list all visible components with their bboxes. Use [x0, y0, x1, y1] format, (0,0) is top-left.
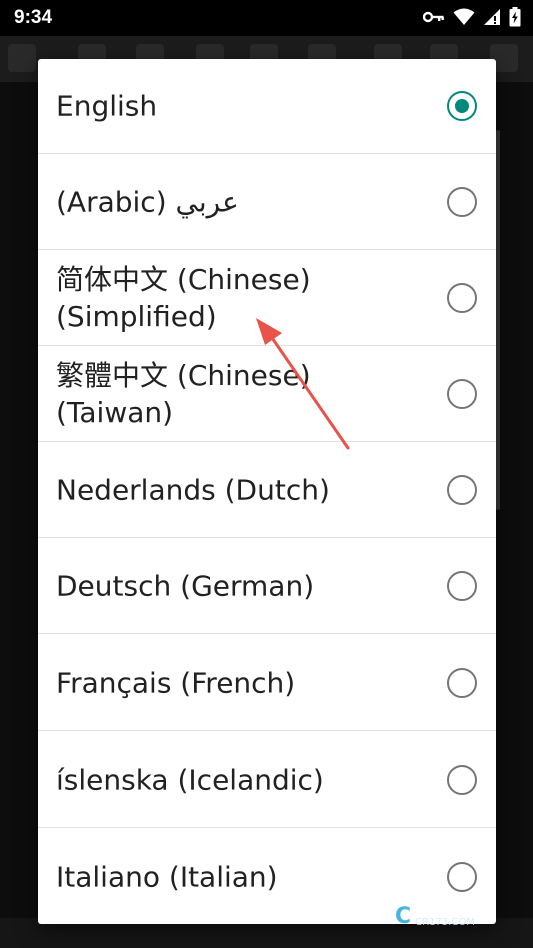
language-label: Français (French) — [56, 666, 296, 700]
status-time: 9:34 — [14, 7, 53, 28]
watermark-url: CR173.COM — [415, 917, 475, 928]
watermark-text: 西西软件园 CR173.COM — [415, 902, 485, 930]
status-bar: 9:34 — [0, 0, 533, 36]
language-option-english[interactable]: English — [38, 59, 496, 154]
battery-icon — [509, 7, 521, 27]
language-label: Deutsch (German) — [56, 569, 315, 603]
radio-button[interactable] — [447, 668, 477, 698]
key-icon — [423, 10, 445, 24]
language-label: íslenska (Icelandic) — [56, 763, 324, 797]
language-option-german[interactable]: Deutsch (German) — [38, 539, 496, 634]
radio-button[interactable] — [447, 283, 477, 313]
language-option-french[interactable]: Français (French) — [38, 636, 496, 731]
language-option-chinese-taiwan[interactable]: 繁體中文 (Chinese) (Taiwan) — [38, 347, 496, 442]
radio-button[interactable] — [447, 475, 477, 505]
language-label: Nederlands (Dutch) — [56, 473, 330, 507]
language-label: 繁體中文 (Chinese) (Taiwan) — [56, 359, 311, 429]
language-label: (Arabic) عربي — [56, 185, 239, 219]
watermark-brand: 西西软件园 — [415, 901, 486, 917]
language-option-dutch[interactable]: Nederlands (Dutch) — [38, 443, 496, 538]
language-option-icelandic[interactable]: íslenska (Icelandic) — [38, 733, 496, 828]
cellular-icon — [483, 8, 501, 26]
radio-button[interactable] — [447, 571, 477, 601]
language-label: Italiano (Italian) — [56, 860, 278, 893]
watermark: C 西西软件园 CR173.COM — [395, 896, 525, 936]
language-label: English — [56, 89, 158, 123]
language-option-chinese-simplified[interactable]: 简体中文 (Chinese) (Simplified) — [38, 251, 496, 346]
watermark-logo: C — [395, 903, 412, 929]
language-option-arabic[interactable]: (Arabic) عربي — [38, 155, 496, 250]
status-icons — [423, 7, 521, 27]
background-tool-icon — [8, 44, 36, 72]
radio-button[interactable] — [447, 765, 477, 795]
radio-button[interactable] — [447, 379, 477, 409]
language-dialog: English (Arabic) عربي 简体中文 (Chinese) (Si… — [38, 59, 496, 924]
radio-button[interactable] — [447, 861, 477, 892]
language-label: 简体中文 (Chinese) (Simplified) — [56, 263, 311, 333]
radio-dot — [455, 99, 469, 113]
background-scrollbar — [496, 130, 500, 510]
radio-button[interactable] — [447, 187, 477, 217]
wifi-icon — [453, 8, 475, 26]
radio-button-selected[interactable] — [447, 91, 477, 121]
